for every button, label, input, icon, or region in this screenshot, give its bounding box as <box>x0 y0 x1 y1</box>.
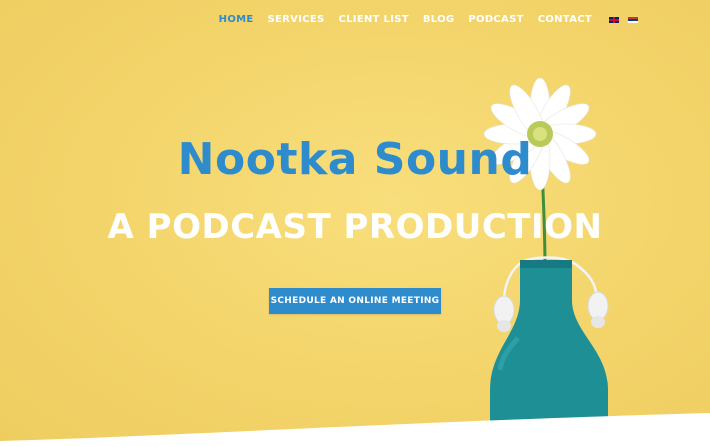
hero-section: HOME SERVICES CLIENT LIST BLOG PODCAST C… <box>0 0 710 447</box>
nav-item-home[interactable]: HOME <box>219 14 254 25</box>
schedule-meeting-button[interactable]: SCHEDULE AN ONLINE MEETING <box>269 288 441 314</box>
language-switcher <box>609 16 638 23</box>
bottom-wave-divider <box>0 413 710 447</box>
nav-item-podcast[interactable]: PODCAST <box>468 14 523 25</box>
nav-item-services[interactable]: SERVICES <box>268 14 325 25</box>
flower-bottle-image <box>483 77 609 447</box>
main-nav: HOME SERVICES CLIENT LIST BLOG PODCAST C… <box>219 14 638 25</box>
hero-title: Nootka Sound <box>177 134 533 185</box>
hero-subtitle: A PODCAST PRODUCTION <box>107 207 603 247</box>
nav-item-client-list[interactable]: CLIENT LIST <box>338 14 408 25</box>
nav-item-contact[interactable]: CONTACT <box>538 14 592 25</box>
serbian-flag-icon[interactable] <box>628 16 638 23</box>
nav-item-blog[interactable]: BLOG <box>423 14 455 25</box>
english-flag-icon[interactable] <box>609 16 619 23</box>
